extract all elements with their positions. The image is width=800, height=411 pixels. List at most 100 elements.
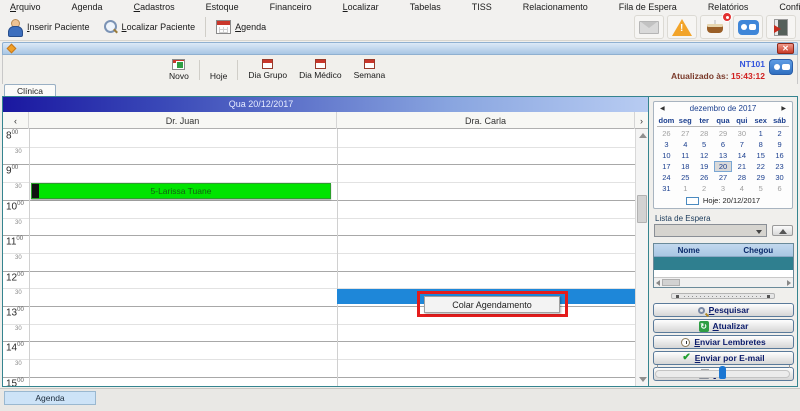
menu-item-fila-de-espera[interactable]: Fila de Espera (609, 1, 698, 13)
calendar-day[interactable]: 26 (657, 128, 676, 139)
scroll-right-icon[interactable] (787, 280, 791, 286)
dia-medico-button[interactable]: Dia Médico (293, 58, 348, 81)
messages-button[interactable] (634, 15, 664, 39)
collapse-up-button[interactable] (772, 225, 793, 236)
calendar-day[interactable]: 8 (751, 139, 770, 150)
atualizar-button[interactable]: ↻Atualizar (653, 319, 794, 333)
birthdays-button[interactable] (700, 15, 730, 39)
calendar-day[interactable]: 2 (770, 128, 789, 139)
enviar-email-button[interactable]: ✔Enviar por E-mail (653, 351, 794, 365)
calendar-prev-icon[interactable]: ◀ (660, 105, 665, 112)
waiting-list-dropdown[interactable] (654, 224, 767, 237)
calendar-day[interactable]: 28 (695, 128, 714, 139)
menu-item-estoque[interactable]: Estoque (196, 1, 260, 13)
semana-button[interactable]: Semana (348, 58, 392, 81)
contacts-button[interactable] (733, 15, 763, 39)
menu-item-arquivo[interactable]: Arquivo (0, 1, 62, 13)
time-label-half: 30 (15, 326, 22, 332)
calendar-day[interactable]: 7 (732, 139, 751, 150)
calendar-day[interactable]: 29 (751, 172, 770, 183)
calendar-day[interactable]: 6 (770, 183, 789, 194)
locate-patient-button[interactable]: Localizar Paciente (96, 15, 202, 39)
slider-handle[interactable] (719, 366, 726, 379)
calendar-day[interactable]: 30 (770, 172, 789, 183)
menu-item-tabelas[interactable]: Tabelas (400, 1, 462, 13)
calendar-day[interactable]: 3 (657, 139, 676, 150)
calendar-day[interactable]: 10 (657, 150, 676, 161)
column-chegou[interactable]: Chegou (724, 244, 794, 256)
panel-splitter[interactable] (671, 293, 775, 299)
scrollbar-thumb[interactable] (662, 279, 680, 286)
time-grid-body[interactable]: 8003090030100030110030120030130030140030… (3, 129, 648, 386)
calendar-day[interactable]: 20 (714, 161, 733, 172)
calendar-day[interactable]: 19 (695, 161, 714, 172)
calendar-day[interactable]: 18 (676, 161, 695, 172)
calendar-day[interactable]: 14 (732, 150, 751, 161)
calendar-day[interactable]: 28 (732, 172, 751, 183)
calendar-day[interactable]: 11 (676, 150, 695, 161)
menu-item-financeiro[interactable]: Financeiro (260, 1, 333, 13)
calendar-day[interactable]: 2 (695, 183, 714, 194)
novo-button[interactable]: Novo (163, 58, 195, 82)
table-row-selected[interactable] (654, 257, 793, 270)
calendar-day[interactable]: 1 (676, 183, 695, 194)
menu-item-cadastros[interactable]: Cadastros (124, 1, 196, 13)
column-header-dra-carla[interactable]: Dra. Carla (337, 112, 635, 129)
alerts-button[interactable]: ! (667, 15, 697, 39)
scrollbar-thumb[interactable] (637, 195, 647, 223)
agenda-button[interactable]: Agenda (210, 15, 272, 39)
calendar-day[interactable]: 13 (714, 150, 733, 161)
menu-item-tiss[interactable]: TISS (462, 1, 513, 13)
column-header-dr-juan[interactable]: Dr. Juan (29, 112, 337, 129)
calendar-day[interactable]: 6 (714, 139, 733, 150)
calendar-day[interactable]: 25 (676, 172, 695, 183)
exit-button[interactable] (766, 15, 796, 39)
next-column-arrow[interactable]: › (635, 112, 648, 129)
calendar-day[interactable]: 21 (732, 161, 751, 172)
scroll-left-icon[interactable] (656, 280, 660, 286)
calendar-day[interactable]: 9 (770, 139, 789, 150)
scroll-up-icon[interactable] (639, 133, 647, 138)
calendar-next-icon[interactable]: ▶ (781, 105, 786, 112)
column-nome[interactable]: Nome (654, 244, 724, 256)
calendar-day[interactable]: 4 (676, 139, 695, 150)
calendar-day[interactable]: 17 (657, 161, 676, 172)
enviar-lembretes-button[interactable]: Enviar Lembretes (653, 335, 794, 349)
tab-agenda-bottom[interactable]: Agenda (4, 391, 96, 405)
calendar-day[interactable]: 23 (770, 161, 789, 172)
calendar-day[interactable]: 31 (657, 183, 676, 194)
scroll-down-icon[interactable] (639, 377, 647, 382)
hoje-button[interactable]: Hoje (204, 58, 233, 82)
calendar-day[interactable]: 3 (714, 183, 733, 194)
context-menu-colar-agendamento[interactable]: Colar Agendamento (424, 296, 560, 313)
prev-column-arrow[interactable]: ‹ (3, 112, 29, 129)
calendar-day[interactable]: 12 (695, 150, 714, 161)
menu-item-agenda[interactable]: Agenda (62, 1, 124, 13)
pesquisar-button[interactable]: Pesquisar (653, 303, 794, 317)
insert-patient-button[interactable]: Inserir Paciente (0, 15, 96, 39)
calendar-day[interactable]: 27 (714, 172, 733, 183)
calendar-day[interactable]: 22 (751, 161, 770, 172)
menu-item-configuracoes[interactable]: Configurações (769, 1, 800, 13)
calendar-day[interactable]: 24 (657, 172, 676, 183)
calendar-day[interactable]: 4 (732, 183, 751, 194)
chat-icon[interactable] (769, 59, 793, 75)
dia-grupo-button[interactable]: Dia Grupo (242, 58, 293, 81)
calendar-day[interactable]: 26 (695, 172, 714, 183)
tab-clinica[interactable]: Clínica (4, 84, 56, 96)
calendar-day[interactable]: 30 (732, 128, 751, 139)
calendar-day[interactable]: 15 (751, 150, 770, 161)
appointment-larissa-tuane[interactable]: 5-Larissa Tuane (31, 183, 331, 199)
calendar-day[interactable]: 16 (770, 150, 789, 161)
calendar-day[interactable]: 5 (751, 183, 770, 194)
table-horizontal-scrollbar[interactable] (654, 277, 793, 287)
menu-item-relacionamento[interactable]: Relacionamento (513, 1, 609, 13)
calendar-day[interactable]: 5 (695, 139, 714, 150)
calendar-day[interactable]: 1 (751, 128, 770, 139)
calendar-day[interactable]: 29 (714, 128, 733, 139)
menu-item-localizar[interactable]: Localizar (333, 1, 400, 13)
close-button[interactable]: ✕ (777, 43, 794, 54)
calendar-day[interactable]: 27 (676, 128, 695, 139)
grid-vertical-scrollbar[interactable] (635, 129, 648, 386)
menu-item-relatorios[interactable]: Relatórios (698, 1, 770, 13)
